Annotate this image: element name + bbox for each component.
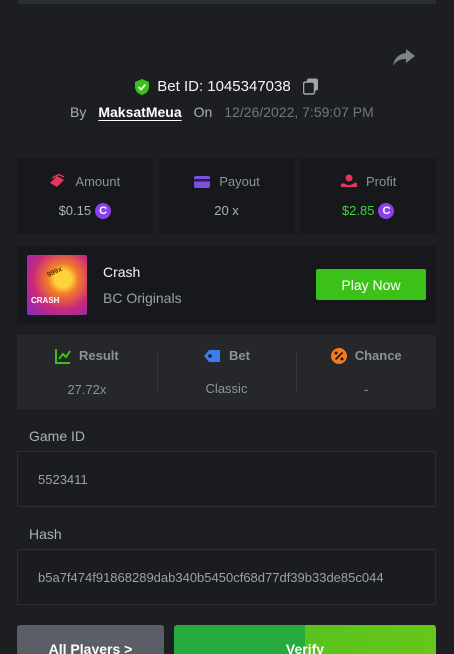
- profit-card: Profit $2.85 C: [300, 158, 437, 234]
- game-provider: BC Originals: [103, 290, 182, 306]
- result-label: Result: [78, 348, 119, 363]
- payout-icon: [194, 175, 211, 188]
- coin-icon: C: [378, 202, 395, 219]
- by-label: By: [70, 104, 87, 120]
- hash-label: Hash: [29, 526, 62, 542]
- game-name: Crash: [103, 264, 141, 280]
- bet-id-header: Bet ID: 1045347038: [0, 78, 454, 95]
- verify-button[interactable]: Verify: [174, 625, 436, 654]
- payout-card: Payout 20 x: [158, 158, 295, 234]
- bet-datetime: 12/26/2022, 7:59:07 PM: [224, 104, 374, 120]
- bet-stats: Result 27.72x Bet Classic Chance -: [17, 335, 436, 409]
- amount-icon: [50, 174, 65, 187]
- chance-stat: Chance -: [296, 335, 436, 409]
- game-id-field[interactable]: 5523411: [17, 451, 436, 507]
- on-label: On: [193, 104, 213, 120]
- bet-id-text: Bet ID: 1045347038: [157, 78, 291, 95]
- hash-field[interactable]: b5a7f474f91868289dab340b5450cf68d77df39b…: [17, 549, 436, 605]
- bet-type-stat: Bet Classic: [156, 335, 297, 409]
- coin-icon: C: [95, 202, 112, 219]
- amount-value: $0.15: [58, 203, 92, 218]
- result-icon: [54, 348, 71, 364]
- profit-value: $2.85: [341, 203, 375, 218]
- bet-author-line: By MaksatMeua On 12/26/2022, 7:59:07 PM: [70, 104, 374, 120]
- thumb-label: CRASH: [31, 296, 60, 305]
- result-stat: Result 27.72x: [17, 335, 157, 409]
- amount-card: Amount $0.15 C: [17, 158, 153, 234]
- chance-value: -: [364, 381, 369, 397]
- play-now-button[interactable]: Play Now: [316, 269, 426, 300]
- top-divider: [18, 0, 436, 4]
- bet-type-value: Classic: [205, 381, 248, 396]
- game-id-label: Game ID: [29, 428, 86, 444]
- bet-type-label: Bet: [229, 348, 250, 363]
- bet-summary: Amount $0.15 C Payout 20 x Profit $2.85 …: [17, 158, 437, 234]
- game-id-value: 5523411: [38, 471, 88, 487]
- payout-value: 20 x: [214, 203, 239, 218]
- share-icon[interactable]: [392, 46, 416, 68]
- all-players-button[interactable]: All Players >: [17, 625, 164, 654]
- hash-value: b5a7f474f91868289dab340b5450cf68d77df39b…: [38, 569, 384, 585]
- chance-label: Chance: [354, 348, 402, 363]
- tag-icon: [204, 349, 221, 362]
- copy-icon[interactable]: [302, 78, 319, 95]
- game-thumbnail[interactable]: 999x CRASH: [27, 255, 87, 315]
- username-link[interactable]: MaksatMeua: [98, 104, 181, 120]
- profit-label: Profit: [366, 173, 397, 189]
- result-value: 27.72x: [67, 381, 107, 397]
- payout-label: Payout: [219, 174, 260, 189]
- amount-label: Amount: [75, 173, 121, 189]
- game-card: 999x CRASH Crash BC Originals Play Now: [17, 246, 436, 324]
- thumb-multiplier: 999x: [46, 266, 64, 279]
- percent-icon: [330, 347, 347, 364]
- verified-shield-icon: [135, 78, 150, 95]
- profit-icon: [341, 174, 357, 187]
